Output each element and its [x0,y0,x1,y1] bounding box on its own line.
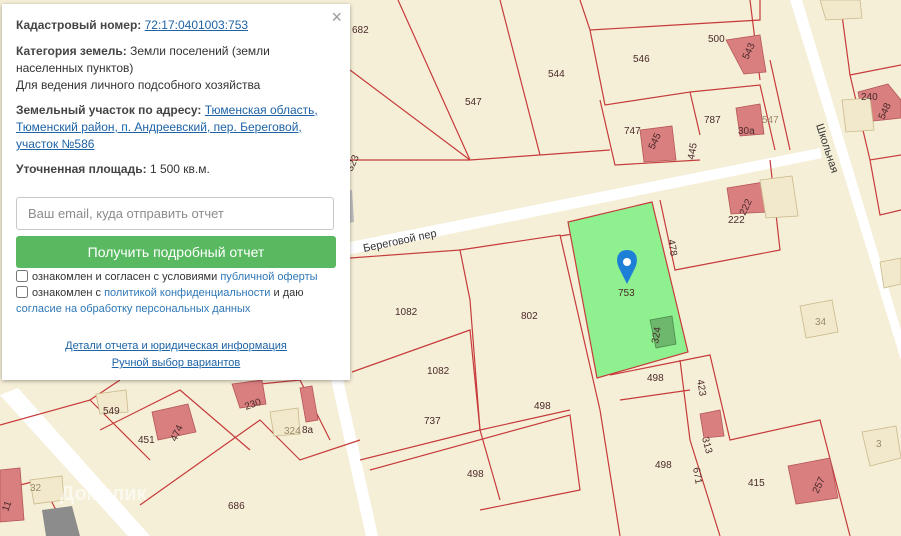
parcel-label: 3 [876,439,882,450]
address-row: Земельный участок по адресу: Тюменская о… [16,102,336,153]
parcel-label: 500 [708,34,725,45]
area-value: 1 500 кв.м. [149,162,210,176]
consent-privacy-text-a: ознакомлен с [32,287,102,299]
parcel-label: 802 [521,311,538,322]
details-link-row: Детали отчета и юридическая информация [2,340,350,352]
email-input[interactable] [16,197,334,230]
area-row: Уточненная площадь: 1 500 кв.м. [16,161,336,178]
parcel-label: 747 [624,126,641,137]
cadastral-row: Кадастровый номер: 72:17:0401003:753 [16,17,336,34]
parcel-label: 544 [548,69,565,80]
parcel-label: 1082 [427,366,450,377]
consent-offer-text: ознакомлен и согласен с условиями [32,271,218,283]
parcel-label: 498 [467,469,484,480]
consent-privacy-text-b: и даю [273,287,304,299]
parcel-label: 8а [302,425,314,436]
parcel-label: 787 [704,115,721,126]
public-offer-link[interactable]: публичной оферты [220,271,317,283]
details-link[interactable]: Детали отчета и юридическая информация [65,340,287,352]
parcel-label: 324 [284,426,301,437]
parcel-label: 547 [762,115,779,126]
parcel-label: 451 [138,435,155,446]
manual-link-row: Ручной выбор вариантов [2,357,350,369]
parcel-label: 1082 [395,307,418,318]
parcel-label: 415 [748,478,765,489]
parcel-label: 682 [352,25,369,36]
category-row: Категория земель: Земли поселений (земли… [16,43,336,77]
usage-text: Для ведения личного подсобного хозяйства [16,78,261,92]
manual-selection-link[interactable]: Ручной выбор вариантов [112,357,240,369]
map-watermark: Домклик [60,483,147,505]
parcel-label: 546 [633,54,650,65]
category-label: Категория земель: [16,44,127,58]
consent-offer-row: ознакомлен и согласен с условиями публич… [16,269,318,285]
cadastral-label: Кадастровый номер: [16,18,142,32]
consent-offer-checkbox[interactable] [16,270,28,282]
parcel-label: 547 [465,97,482,108]
parcel-label: 686 [228,501,245,512]
parcel-label: 34 [815,317,827,328]
parcel-label: 240 [861,92,878,103]
privacy-policy-link[interactable]: политикой конфиденциальности [104,287,270,299]
parcel-label: 498 [647,373,664,384]
consent-privacy-checkbox[interactable] [16,286,28,298]
parcel-info-panel: × Кадастровый номер: 72:17:0401003:753 К… [2,4,350,380]
personal-data-consent-link[interactable]: согласие на обработку персональных данны… [16,303,250,315]
parcel-label: 498 [655,460,672,471]
area-label: Уточненная площадь: [16,162,147,176]
consent-privacy-row: ознакомлен с политикой конфиденциальност… [16,285,336,317]
parcel-label: 737 [424,416,441,427]
get-report-button[interactable]: Получить подробный отчет [16,236,336,268]
parcel-label: 222 [728,215,745,226]
selected-parcel-label: 753 [618,288,635,299]
cadastral-number-link[interactable]: 72:17:0401003:753 [145,18,248,32]
parcel-label: 549 [103,406,120,417]
parcel-label: 498 [534,401,551,412]
address-label: Земельный участок по адресу: [16,103,202,117]
parcel-label: 32 [30,483,42,494]
parcel-label: 30а [738,126,755,137]
